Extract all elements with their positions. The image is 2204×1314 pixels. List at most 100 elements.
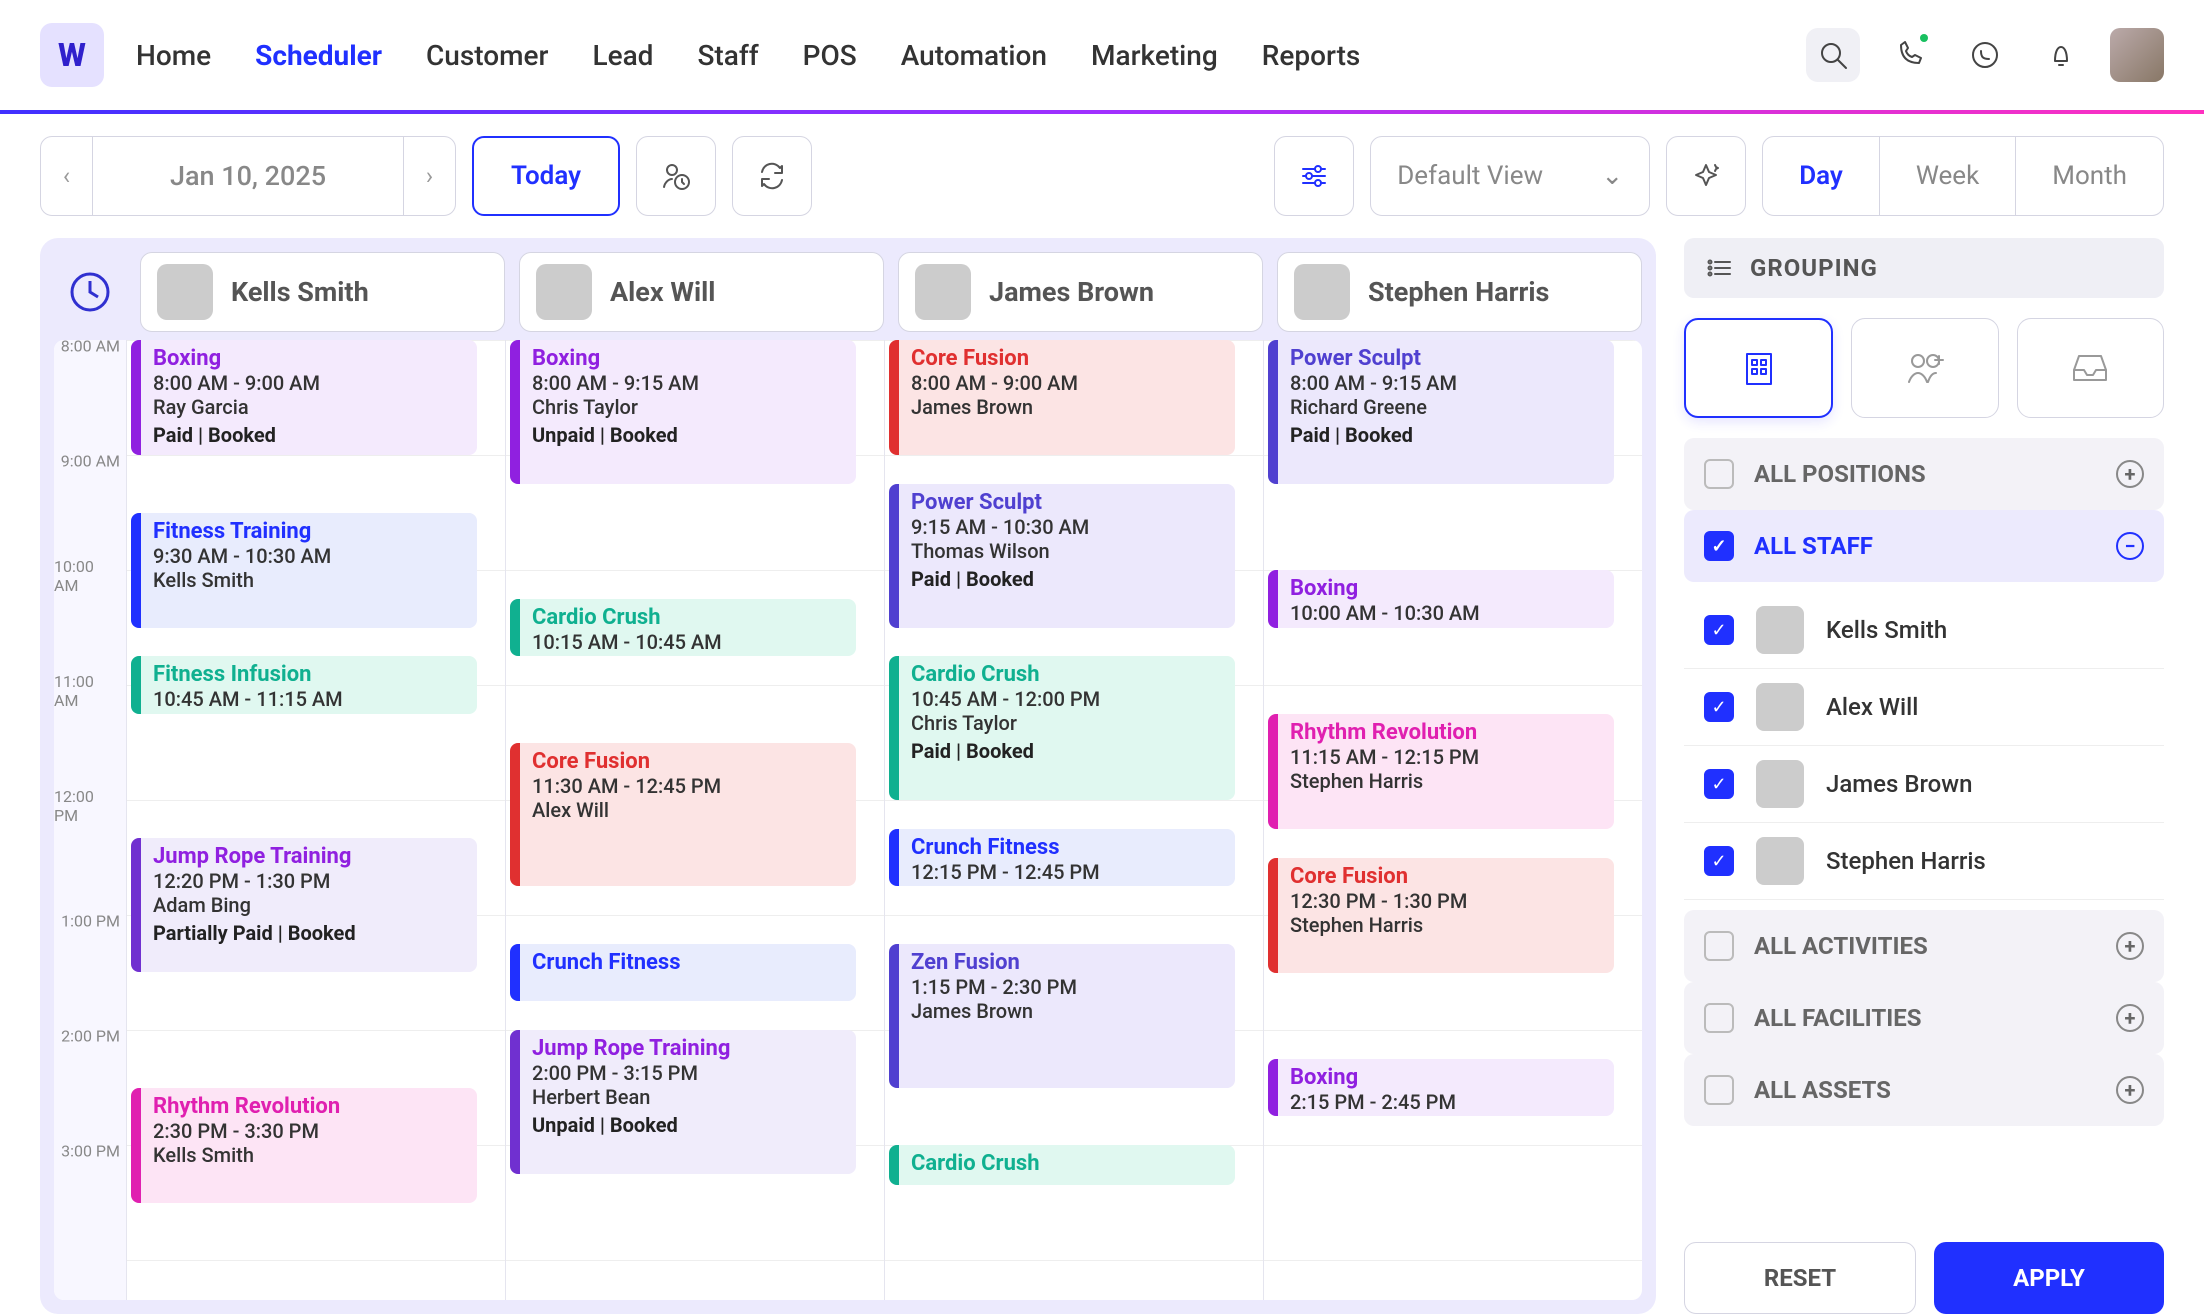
checkbox[interactable]	[1704, 931, 1734, 961]
view-month[interactable]: Month	[2016, 137, 2163, 215]
event-card[interactable]: Crunch Fitness12:15 PM - 12:45 PM	[889, 829, 1235, 887]
nav-customer[interactable]: Customer	[426, 39, 548, 72]
event-card[interactable]: Core Fusion11:30 AM - 12:45 PMAlex Will	[510, 743, 856, 887]
user-avatar[interactable]	[2110, 28, 2164, 82]
filter-all-facilities[interactable]: ALL FACILITIES +	[1684, 982, 2164, 1054]
time-label: 11:00 AM	[54, 672, 120, 710]
event-card[interactable]: Boxing8:00 AM - 9:00 AMRay GarciaPaid | …	[131, 340, 477, 455]
staff-column-header[interactable]: Stephen Harris	[1277, 252, 1642, 332]
view-select[interactable]: Default View⌄	[1370, 136, 1650, 216]
time-label: 9:00 AM	[61, 452, 120, 471]
grouping-header: GROUPING	[1684, 238, 2164, 298]
phone-button[interactable]	[1882, 28, 1936, 82]
checkbox[interactable]: ✓	[1704, 769, 1734, 799]
notifications-button[interactable]	[2034, 28, 2088, 82]
view-week[interactable]: Week	[1880, 137, 2016, 215]
event-card[interactable]: Boxing2:15 PM - 2:45 PM	[1268, 1059, 1614, 1117]
filter-all-assets[interactable]: ALL ASSETS +	[1684, 1054, 2164, 1126]
calendar-column[interactable]: Boxing8:00 AM - 9:15 AMChris TaylorUnpai…	[505, 340, 884, 1300]
event-attendee: Herbert Bean	[532, 1085, 844, 1109]
expand-icon[interactable]: +	[2116, 932, 2144, 960]
next-date-button[interactable]: ›	[403, 137, 455, 215]
event-card[interactable]: Jump Rope Training12:20 PM - 1:30 PMAdam…	[131, 838, 477, 973]
reset-button[interactable]: RESET	[1684, 1242, 1916, 1314]
filter-all-positions[interactable]: ALL POSITIONS +	[1684, 438, 2164, 510]
event-time: 2:30 PM - 3:30 PM	[153, 1119, 465, 1143]
event-card[interactable]: Boxing10:00 AM - 10:30 AM	[1268, 570, 1614, 628]
search-button[interactable]	[1806, 28, 1860, 82]
expand-icon[interactable]: +	[2116, 1004, 2144, 1032]
event-status: Partially Paid | Booked	[153, 921, 465, 945]
event-title: Zen Fusion	[911, 950, 1223, 975]
group-by-facility[interactable]	[1684, 318, 1833, 418]
event-card[interactable]: Power Sculpt8:00 AM - 9:15 AMRichard Gre…	[1268, 340, 1614, 484]
filter-settings-button[interactable]	[1274, 136, 1354, 216]
filter-label: ALL ACTIVITIES	[1754, 932, 1928, 960]
chevron-down-icon: ⌄	[1601, 161, 1623, 191]
add-availability-button[interactable]	[636, 136, 716, 216]
staff-filter-row[interactable]: ✓James Brown	[1684, 746, 2164, 823]
checkbox[interactable]: ✓	[1704, 846, 1734, 876]
checkbox[interactable]	[1704, 1003, 1734, 1033]
staff-column-header[interactable]: James Brown	[898, 252, 1263, 332]
favorites-button[interactable]	[1666, 136, 1746, 216]
staff-filter-row[interactable]: ✓Kells Smith	[1684, 592, 2164, 669]
view-toggle: Day Week Month	[1762, 136, 2164, 216]
event-card[interactable]: Core Fusion8:00 AM - 9:00 AMJames Brown	[889, 340, 1235, 455]
time-label: 12:00 PM	[54, 787, 120, 825]
group-by-asset[interactable]	[2017, 318, 2164, 418]
whatsapp-button[interactable]	[1958, 28, 2012, 82]
event-card[interactable]: Fitness Training9:30 AM - 10:30 AMKells …	[131, 513, 477, 628]
apply-button[interactable]: APPLY	[1934, 1242, 2164, 1314]
checkbox[interactable]	[1704, 1075, 1734, 1105]
calendar-grid[interactable]: Boxing8:00 AM - 9:00 AMRay GarciaPaid | …	[126, 340, 1642, 1300]
event-attendee: Richard Greene	[1290, 395, 1602, 419]
event-card[interactable]: Rhythm Revolution11:15 AM - 12:15 PMStep…	[1268, 714, 1614, 829]
group-by-staff[interactable]	[1851, 318, 1998, 418]
nav-home[interactable]: Home	[136, 39, 211, 72]
event-card[interactable]: Jump Rope Training2:00 PM - 3:15 PMHerbe…	[510, 1030, 856, 1174]
inbox-icon	[2068, 346, 2112, 390]
expand-icon[interactable]: +	[2116, 460, 2144, 488]
staff-filter-row[interactable]: ✓Alex Will	[1684, 669, 2164, 746]
event-card[interactable]: Cardio Crush10:15 AM - 10:45 AM	[510, 599, 856, 657]
filter-all-staff[interactable]: ✓ ALL STAFF −	[1684, 510, 2164, 582]
refresh-button[interactable]	[732, 136, 812, 216]
checkbox[interactable]: ✓	[1704, 531, 1734, 561]
current-date[interactable]: Jan 10, 2025	[93, 137, 403, 215]
checkbox[interactable]	[1704, 459, 1734, 489]
collapse-icon[interactable]: −	[2116, 532, 2144, 560]
nav-staff[interactable]: Staff	[697, 39, 758, 72]
filter-all-activities[interactable]: ALL ACTIVITIES +	[1684, 910, 2164, 982]
calendar-column[interactable]: Boxing8:00 AM - 9:00 AMRay GarciaPaid | …	[126, 340, 505, 1300]
nav-pos[interactable]: POS	[803, 39, 857, 72]
view-day[interactable]: Day	[1763, 137, 1880, 215]
event-card[interactable]: Zen Fusion1:15 PM - 2:30 PMJames Brown	[889, 944, 1235, 1088]
app-logo[interactable]: W	[40, 23, 104, 87]
time-label: 2:00 PM	[61, 1027, 120, 1046]
event-card[interactable]: Power Sculpt9:15 AM - 10:30 AMThomas Wil…	[889, 484, 1235, 628]
calendar-column[interactable]: Core Fusion8:00 AM - 9:00 AMJames Brown P…	[884, 340, 1263, 1300]
event-card[interactable]: Cardio Crush10:45 AM - 12:00 PMChris Tay…	[889, 656, 1235, 800]
event-card[interactable]: Fitness Infusion10:45 AM - 11:15 AM	[131, 656, 477, 714]
event-card[interactable]: Cardio Crush	[889, 1145, 1235, 1185]
nav-marketing[interactable]: Marketing	[1091, 39, 1218, 72]
event-card[interactable]: Boxing8:00 AM - 9:15 AMChris TaylorUnpai…	[510, 340, 856, 484]
expand-icon[interactable]: +	[2116, 1076, 2144, 1104]
checkbox[interactable]: ✓	[1704, 692, 1734, 722]
nav-lead[interactable]: Lead	[592, 39, 653, 72]
event-card[interactable]: Core Fusion12:30 PM - 1:30 PMStephen Har…	[1268, 858, 1614, 973]
staff-column-header[interactable]: Kells Smith	[140, 252, 505, 332]
event-card[interactable]: Crunch Fitness	[510, 944, 856, 1002]
event-title: Boxing	[1290, 576, 1602, 601]
checkbox[interactable]: ✓	[1704, 615, 1734, 645]
staff-filter-row[interactable]: ✓Stephen Harris	[1684, 823, 2164, 900]
staff-column-header[interactable]: Alex Will	[519, 252, 884, 332]
event-card[interactable]: Rhythm Revolution2:30 PM - 3:30 PMKells …	[131, 1088, 477, 1203]
nav-automation[interactable]: Automation	[901, 39, 1047, 72]
calendar-column[interactable]: Power Sculpt8:00 AM - 9:15 AMRichard Gre…	[1263, 340, 1642, 1300]
nav-scheduler[interactable]: Scheduler	[255, 39, 382, 72]
nav-reports[interactable]: Reports	[1262, 39, 1361, 72]
today-button[interactable]: Today	[472, 136, 620, 216]
prev-date-button[interactable]: ‹	[41, 137, 93, 215]
